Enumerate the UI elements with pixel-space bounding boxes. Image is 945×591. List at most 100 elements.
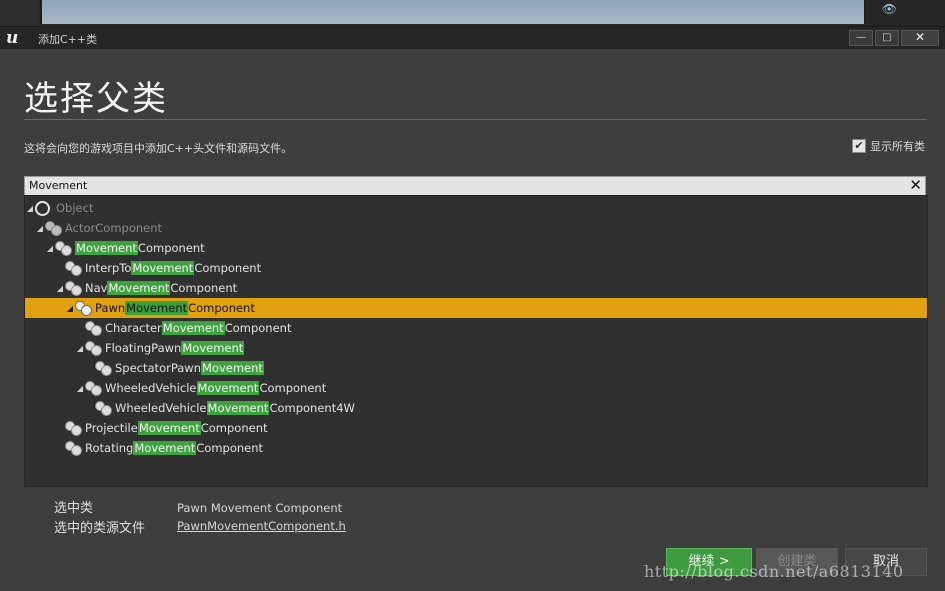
selected-class-value: Pawn Movement Component [177, 501, 343, 515]
tree-row-label: Object [56, 201, 93, 215]
expand-arrow-icon[interactable]: ◢ [35, 224, 45, 233]
tree-row-selected[interactable]: ◢ PawnMovementComponent [25, 298, 927, 318]
unreal-logo-icon: u [6, 28, 19, 48]
ring-icon [35, 200, 50, 216]
label-suffix: Component [200, 421, 268, 435]
label-suffix: Component [170, 281, 238, 295]
gears-icon [85, 341, 102, 356]
tree-row[interactable]: ◢ FloatingPawnMovement [25, 338, 927, 358]
class-tree[interactable]: ◢ Object ◢ ActorComponent ◢ MovementComponent… [24, 195, 928, 487]
tree-row-label: ProjectileMovementComponent [85, 421, 268, 435]
editor-left-panel [0, 0, 38, 26]
label-suffix: Component [137, 241, 205, 255]
tree-row[interactable]: ◢WheeledVehicleMovementComponent4W [25, 398, 927, 418]
tree-row[interactable]: ◢ Object [25, 198, 927, 218]
label-prefix: Character [105, 321, 162, 335]
gears-icon [95, 361, 112, 376]
search-match-highlight: Movement [137, 421, 201, 435]
expand-arrow-icon[interactable]: ◢ [75, 344, 85, 353]
label-prefix: WheeledVehicle [115, 401, 207, 415]
close-button[interactable]: ✕ [901, 30, 939, 46]
label-prefix: Pawn [95, 301, 126, 315]
selected-class-label: 选中类 [54, 501, 94, 516]
search-input[interactable] [29, 178, 889, 193]
search-match-highlight: Movement [131, 261, 195, 275]
class-search-box[interactable]: ✕ [24, 176, 926, 196]
search-match-highlight: Movement [133, 441, 197, 455]
tree-row[interactable]: ◢ WheeledVehicleMovementComponent [25, 378, 927, 398]
gears-icon [85, 321, 102, 336]
tree-row-label: WheeledVehicleMovementComponent4W [115, 401, 355, 415]
tree-row[interactable]: ◢SpectatorPawnMovement [25, 358, 927, 378]
gears-icon [85, 381, 102, 396]
label-suffix: Component [196, 441, 264, 455]
label-prefix: Object [56, 201, 94, 215]
label-prefix: SpectatorPawn [115, 361, 201, 375]
gears-icon [75, 301, 92, 316]
label-prefix: InterpTo [85, 261, 132, 275]
dialog-description: 这将会向您的游戏项目中添加C++头文件和源码文件。 [24, 142, 293, 155]
tree-row[interactable]: ◢InterpToMovementComponent [25, 258, 927, 278]
tree-row-label: MovementComponent [75, 241, 205, 255]
editor-viewport [40, 0, 866, 24]
watermark: http://blog.csdn.net/a6813140 [644, 562, 904, 581]
label-prefix: WheeledVehicle [105, 381, 197, 395]
gears-icon [65, 421, 82, 436]
label-prefix: FloatingPawn [105, 341, 182, 355]
search-match-highlight: Movement [161, 321, 225, 335]
search-match-highlight: Movement [107, 281, 171, 295]
show-all-classes-toggle[interactable]: ✔ 显示所有类 [852, 138, 925, 154]
window-controls: — □ ✕ [849, 30, 939, 46]
expand-arrow-icon[interactable]: ◢ [55, 284, 65, 293]
tree-row[interactable]: ◢ ActorComponent [25, 218, 927, 238]
tree-row-label: SpectatorPawnMovement [115, 361, 264, 375]
tree-row-label: WheeledVehicleMovementComponent [105, 381, 326, 395]
clear-search-icon[interactable]: ✕ [909, 176, 922, 194]
search-match-highlight: Movement [196, 381, 260, 395]
label-prefix: Projectile [85, 421, 138, 435]
tree-row-label: CharacterMovementComponent [105, 321, 291, 335]
tree-row[interactable]: ◢ MovementComponent [25, 238, 927, 258]
gears-icon [45, 221, 62, 236]
selected-source-link[interactable]: PawnMovementComponent.h [177, 519, 346, 533]
gears-icon [65, 261, 82, 276]
tree-row-label: InterpToMovementComponent [85, 261, 261, 275]
expand-arrow-icon[interactable]: ◢ [25, 204, 35, 213]
page-heading: 选择父类 [24, 79, 168, 119]
selected-source-label: 选中的类源文件 [54, 521, 146, 536]
tree-row[interactable]: ◢CharacterMovementComponent [25, 318, 927, 338]
editor-right-panel: 👁 [865, 0, 945, 26]
tree-row[interactable]: ◢ProjectileMovementComponent [25, 418, 927, 438]
search-match-highlight: Movement [206, 401, 270, 415]
expand-arrow-icon[interactable]: ◢ [45, 244, 55, 253]
eye-icon[interactable]: 👁 [882, 2, 897, 16]
search-match-highlight: Movement [75, 241, 138, 255]
search-match-highlight: Movement [181, 341, 245, 355]
tree-row[interactable]: ◢ NavMovementComponent [25, 278, 927, 298]
label-suffix: Component [188, 301, 255, 315]
label-prefix: ActorComponent [65, 221, 163, 235]
expand-arrow-icon[interactable]: ◢ [75, 384, 85, 393]
gears-icon [65, 281, 82, 296]
label-suffix: Component [259, 381, 327, 395]
tree-row-label: ActorComponent [65, 221, 162, 235]
tree-row[interactable]: ◢RotatingMovementComponent [25, 438, 927, 458]
search-match-highlight: Movement [125, 301, 189, 315]
heading-divider [24, 119, 926, 120]
label-prefix: Nav [85, 281, 108, 295]
label-suffix: Component4W [269, 401, 355, 415]
expand-arrow-icon[interactable]: ◢ [65, 304, 75, 313]
dialog-titlebar[interactable]: u 添加C++类 — □ ✕ [0, 27, 945, 49]
gears-icon [55, 241, 72, 256]
show-all-checkbox[interactable]: ✔ [852, 139, 866, 153]
tree-row-label: NavMovementComponent [85, 281, 237, 295]
minimize-button[interactable]: — [849, 30, 873, 46]
label-prefix: Rotating [85, 441, 134, 455]
add-cpp-class-dialog: u 添加C++类 — □ ✕ 选择父类 这将会向您的游戏项目中添加C++头文件和… [0, 26, 945, 591]
gears-icon [95, 401, 112, 416]
tree-row-label: PawnMovementComponent [95, 301, 255, 315]
dialog-title: 添加C++类 [38, 33, 98, 46]
maximize-button[interactable]: □ [875, 30, 899, 46]
gears-icon [65, 441, 82, 456]
search-match-highlight: Movement [201, 361, 264, 375]
